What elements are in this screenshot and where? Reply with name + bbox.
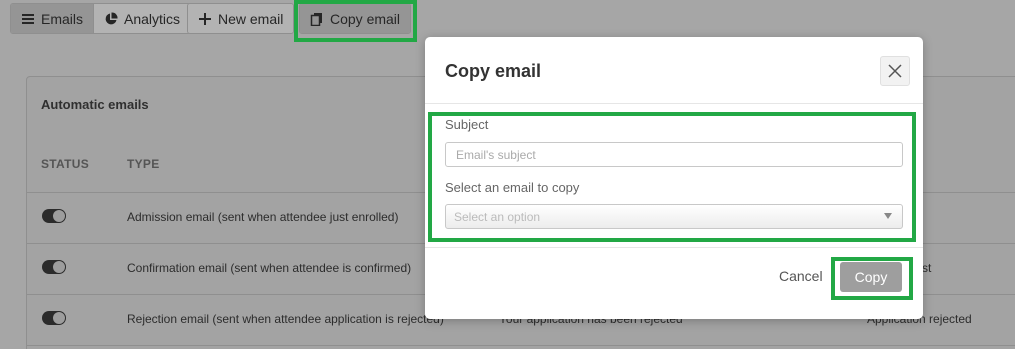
row-type: Confirmation email (sent when attendee i… (127, 261, 412, 275)
new-email-group: New email (187, 3, 295, 34)
new-email-label: New email (218, 10, 284, 27)
toolbar: Emails Analytics New email Copy email (0, 0, 1015, 40)
panel-title: Automatic emails (41, 97, 149, 112)
column-header-type: TYPE (127, 157, 160, 171)
status-toggle[interactable] (42, 209, 66, 223)
emails-tab-label: Emails (41, 10, 84, 27)
status-toggle[interactable] (42, 311, 66, 325)
email-select[interactable]: Select an option (445, 204, 903, 229)
plus-icon (198, 12, 212, 26)
new-email-button[interactable]: New email (188, 4, 294, 33)
copy-email-button[interactable]: Copy email (300, 4, 411, 33)
modal-header-divider (425, 103, 923, 104)
row-name: st (922, 261, 932, 275)
copy-email-group: Copy email (299, 3, 412, 34)
pie-chart-icon (104, 11, 118, 26)
emails-tab[interactable]: Emails (11, 4, 94, 33)
close-icon (888, 64, 902, 78)
close-button[interactable] (880, 56, 910, 86)
copy-icon (310, 12, 324, 26)
row-type: Rejection email (sent when attendee appl… (127, 312, 444, 326)
copy-email-label: Copy email (330, 10, 401, 27)
column-header-status: STATUS (41, 157, 90, 171)
subject-label: Subject (445, 117, 489, 132)
row-type: Admission email (sent when attendee just… (127, 210, 399, 224)
analytics-tab[interactable]: Analytics (93, 4, 191, 33)
analytics-tab-label: Analytics (124, 10, 181, 27)
select-placeholder: Select an option (454, 210, 541, 224)
chevron-down-icon (884, 213, 892, 219)
modal-footer-divider (425, 247, 923, 248)
menu-icon (21, 12, 35, 26)
select-email-label: Select an email to copy (445, 180, 580, 195)
copy-button[interactable]: Copy (840, 262, 902, 292)
copy-email-modal: Copy email Subject Select an email to co… (425, 37, 923, 319)
subject-input[interactable] (445, 142, 903, 167)
status-toggle[interactable] (42, 260, 66, 274)
view-switcher: Emails Analytics (10, 3, 192, 34)
divider (27, 345, 1015, 346)
cancel-button[interactable]: Cancel (779, 268, 823, 284)
modal-title: Copy email (445, 61, 542, 81)
